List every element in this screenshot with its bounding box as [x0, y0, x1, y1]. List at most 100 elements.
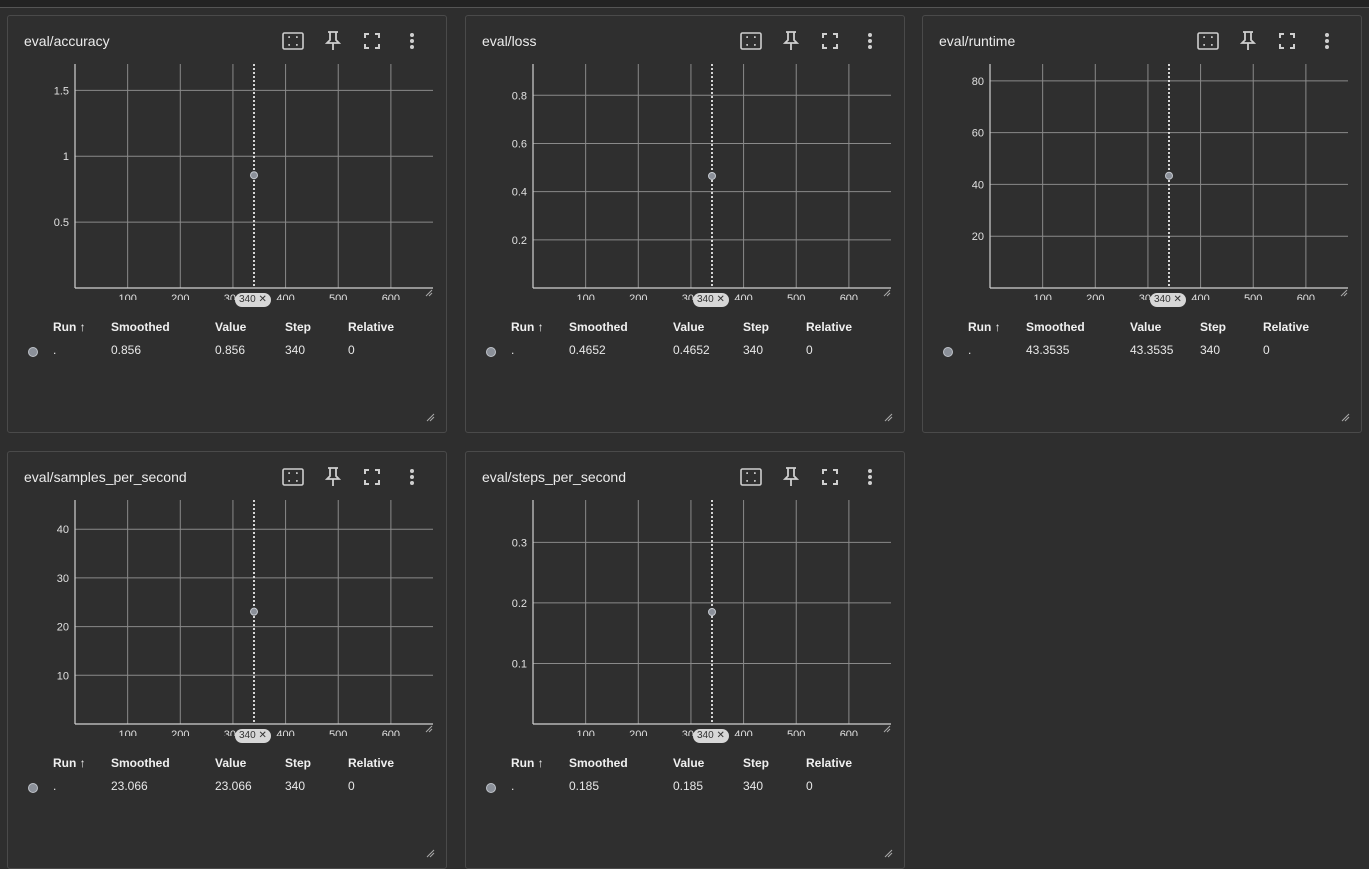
pin-button[interactable]: [779, 29, 803, 53]
close-icon[interactable]: ✕: [1171, 294, 1181, 305]
resize-handle-icon[interactable]: [883, 725, 891, 733]
column-header-step[interactable]: Step: [285, 320, 311, 334]
x-tick-label: 500: [329, 729, 347, 736]
resize-handle-icon[interactable]: [425, 725, 433, 733]
x-tick-label: 200: [629, 293, 647, 300]
run-color-dot[interactable]: [486, 347, 496, 357]
card-title: eval/loss: [482, 33, 537, 49]
column-header-run[interactable]: Run ↑: [511, 320, 544, 334]
pin-button[interactable]: [321, 465, 345, 489]
column-header-smoothed[interactable]: Smoothed: [111, 320, 170, 334]
column-header-smoothed[interactable]: Smoothed: [1026, 320, 1085, 334]
x-tick-label: 500: [1244, 293, 1262, 300]
top-toolbar-edge: [0, 0, 1369, 8]
fit-domain-button[interactable]: [739, 465, 763, 489]
cell-relative: 0: [348, 779, 355, 793]
column-header-smoothed[interactable]: Smoothed: [111, 756, 170, 770]
line-chart[interactable]: 100 200 300 400 500 600 0.5 1 1.5: [8, 60, 446, 300]
step-chip[interactable]: 340 ✕: [693, 293, 729, 307]
cell-relative: 0: [806, 343, 813, 357]
run-color-dot[interactable]: [486, 783, 496, 793]
data-point[interactable]: [1165, 171, 1173, 180]
data-point[interactable]: [708, 171, 716, 180]
resize-handle-icon[interactable]: [1340, 409, 1350, 422]
column-header-value[interactable]: Value: [215, 756, 246, 770]
more-options-button[interactable]: [858, 29, 882, 53]
step-chip[interactable]: 340 ✕: [235, 729, 271, 743]
column-header-smoothed[interactable]: Smoothed: [569, 756, 628, 770]
fit-domain-button[interactable]: [739, 29, 763, 53]
pin-button[interactable]: [779, 465, 803, 489]
close-icon[interactable]: ✕: [714, 730, 724, 741]
column-header-value[interactable]: Value: [673, 756, 704, 770]
fullscreen-button[interactable]: [1275, 29, 1299, 53]
column-header-step[interactable]: Step: [743, 756, 769, 770]
step-chip[interactable]: 340 ✕: [235, 293, 271, 307]
pin-button[interactable]: [1236, 29, 1260, 53]
close-icon[interactable]: ✕: [714, 294, 724, 305]
data-point[interactable]: [250, 171, 258, 180]
pin-button[interactable]: [321, 29, 345, 53]
fullscreen-button[interactable]: [360, 29, 384, 53]
more-options-button[interactable]: [400, 29, 424, 53]
y-tick-label: 30: [57, 573, 69, 585]
card-title: eval/accuracy: [24, 33, 110, 49]
step-chip[interactable]: 340 ✕: [693, 729, 729, 743]
line-chart[interactable]: 100 200 300 400 500 600 10 20 30 40: [8, 496, 446, 736]
data-point[interactable]: [708, 608, 716, 616]
more-vert-icon: [409, 468, 415, 486]
column-header-step[interactable]: Step: [285, 756, 311, 770]
column-header-relative[interactable]: Relative: [1263, 320, 1309, 334]
y-tick-label: 10: [57, 670, 69, 682]
fullscreen-button[interactable]: [818, 465, 842, 489]
column-header-relative[interactable]: Relative: [348, 756, 394, 770]
column-header-run[interactable]: Run ↑: [511, 756, 544, 770]
run-color-dot[interactable]: [28, 783, 38, 793]
chart-svg: 100 200 300 400 500 60020406080: [972, 64, 1348, 300]
fit-domain-icon: [740, 468, 762, 486]
column-header-step[interactable]: Step: [1200, 320, 1226, 334]
resize-handle-icon[interactable]: [883, 289, 891, 297]
cell-run: .: [53, 779, 57, 793]
more-options-button[interactable]: [1315, 29, 1339, 53]
resize-handle-icon[interactable]: [425, 289, 433, 297]
close-icon[interactable]: ✕: [256, 294, 266, 305]
column-header-relative[interactable]: Relative: [348, 320, 394, 334]
resize-handle-icon[interactable]: [1340, 289, 1348, 297]
fit-domain-button[interactable]: [281, 465, 305, 489]
resize-handle-icon[interactable]: [883, 409, 893, 422]
resize-handle-icon[interactable]: [425, 845, 435, 858]
column-header-run[interactable]: Run ↑: [53, 320, 86, 334]
line-chart[interactable]: 100 200 300 400 500 600 0.2 0.4 0.6 0.8: [466, 60, 904, 300]
x-tick-label: 100: [118, 293, 136, 300]
column-header-step[interactable]: Step: [743, 320, 769, 334]
column-header-run[interactable]: Run ↑: [968, 320, 1001, 334]
fullscreen-button[interactable]: [360, 465, 384, 489]
line-chart[interactable]: 100 200 300 400 500 600 20 40 60 80: [923, 60, 1361, 300]
x-tick-label: 400: [734, 293, 752, 300]
column-header-value[interactable]: Value: [1130, 320, 1161, 334]
column-header-relative[interactable]: Relative: [806, 756, 852, 770]
more-options-button[interactable]: [400, 465, 424, 489]
column-header-run[interactable]: Run ↑: [53, 756, 86, 770]
run-color-dot[interactable]: [943, 347, 953, 357]
data-point[interactable]: [250, 607, 258, 616]
resize-handle-icon[interactable]: [425, 409, 435, 422]
column-header-smoothed[interactable]: Smoothed: [569, 320, 628, 334]
line-chart[interactable]: 100 200 300 400 500 600 0.1 0.2 0.3: [466, 496, 904, 736]
more-options-button[interactable]: [858, 465, 882, 489]
column-header-value[interactable]: Value: [215, 320, 246, 334]
more-vert-icon: [867, 468, 873, 486]
x-tick-label: 100: [1033, 293, 1051, 300]
scalar-card: eval/accuracy 100 200 300 400 500 600 0.5 1 1.5 34…: [7, 15, 447, 433]
column-header-value[interactable]: Value: [673, 320, 704, 334]
column-header-relative[interactable]: Relative: [806, 320, 852, 334]
fullscreen-button[interactable]: [818, 29, 842, 53]
cell-smoothed: 43.3535: [1026, 343, 1070, 357]
resize-handle-icon[interactable]: [883, 845, 893, 858]
fit-domain-button[interactable]: [281, 29, 305, 53]
fit-domain-button[interactable]: [1196, 29, 1220, 53]
close-icon[interactable]: ✕: [256, 730, 266, 741]
step-chip[interactable]: 340 ✕: [1150, 293, 1186, 307]
run-color-dot[interactable]: [28, 347, 38, 357]
